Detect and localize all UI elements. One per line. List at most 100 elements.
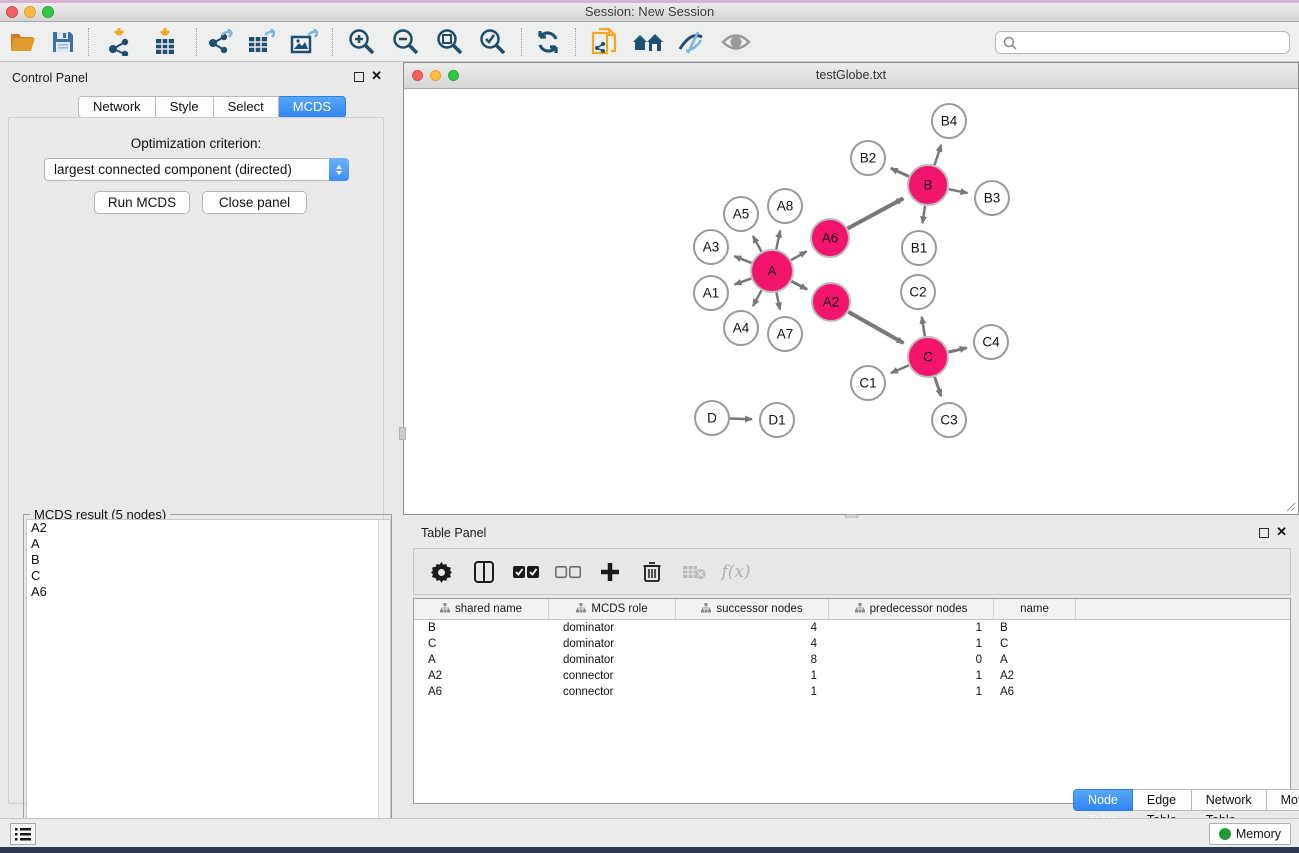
tab-network-table[interactable]: Network Table	[1192, 789, 1267, 811]
tab-node-table[interactable]: Node Table	[1073, 789, 1133, 811]
graph-node-B[interactable]: B	[908, 165, 948, 205]
vertical-splitter-handle[interactable]	[399, 427, 406, 440]
graph-node-A2[interactable]: A2	[812, 283, 850, 321]
cell-predecessor-nodes[interactable]: 1	[829, 668, 994, 684]
first-neighbors-button[interactable]	[631, 26, 665, 58]
network-window-titlebar[interactable]: testGlobe.txt	[404, 63, 1298, 89]
column-header-shared-name[interactable]: shared name	[414, 599, 549, 619]
delete-row-button[interactable]	[638, 558, 666, 586]
mcds-result-list[interactable]: A2ABCA6	[26, 519, 391, 853]
edge-C-C3[interactable]	[935, 377, 941, 396]
cell-MCDS-role[interactable]: dominator	[549, 652, 676, 668]
graph-node-A1[interactable]: A1	[694, 276, 728, 310]
graph-node-B4[interactable]: B4	[932, 104, 966, 138]
memory-button[interactable]: Memory	[1209, 823, 1291, 845]
export-table-button[interactable]	[244, 26, 278, 58]
zoom-selected-button[interactable]	[475, 26, 509, 58]
edge-A-A4[interactable]	[753, 290, 762, 306]
cell-successor-nodes[interactable]: 8	[676, 652, 829, 668]
refresh-button[interactable]	[531, 26, 565, 58]
network-canvas[interactable]: AA6A2BCA5A8A3A1A4A7B2B4B3B1C2C4C1C3DD1	[404, 89, 1298, 513]
table-row[interactable]: Cdominator41C	[414, 636, 1290, 652]
run-mcds-button[interactable]: Run MCDS	[94, 191, 190, 214]
cell-MCDS-role[interactable]: connector	[549, 668, 676, 684]
graph-node-A[interactable]: A	[751, 250, 793, 292]
deselect-all-button[interactable]	[554, 558, 582, 586]
close-network-button[interactable]	[412, 70, 423, 81]
graph-node-C[interactable]: C	[908, 337, 948, 377]
graph-node-B1[interactable]: B1	[902, 231, 936, 265]
cell-successor-nodes[interactable]: 4	[676, 620, 829, 636]
zoom-out-button[interactable]	[388, 26, 422, 58]
graph-node-B2[interactable]: B2	[851, 141, 885, 175]
graph-node-B3[interactable]: B3	[975, 181, 1009, 215]
graph-node-A5[interactable]: A5	[724, 197, 758, 231]
cell-predecessor-nodes[interactable]: 1	[829, 684, 994, 700]
tab-edge-table[interactable]: Edge Table	[1133, 789, 1192, 811]
table-row[interactable]: Adominator80A	[414, 652, 1290, 668]
result-item[interactable]: C	[27, 568, 390, 584]
edge-B-B4[interactable]	[935, 145, 942, 165]
network-view-window[interactable]: testGlobe.txt A A6 A2 B C A5 A8 A3 A1A4 A7 B2 B4 B3 B…	[403, 62, 1299, 515]
graph-node-A7[interactable]: A7	[768, 317, 802, 351]
node-table[interactable]: shared nameMCDS rolesuccessor nodesprede…	[413, 598, 1291, 804]
result-scrollbar[interactable]	[378, 520, 390, 853]
edge-A-A1[interactable]	[735, 278, 752, 284]
edge-C-C4[interactable]	[948, 348, 966, 352]
graph-node-A8[interactable]: A8	[768, 189, 802, 223]
delete-table-button[interactable]	[680, 558, 708, 586]
cell-MCDS-role[interactable]: dominator	[549, 620, 676, 636]
result-item[interactable]: B	[27, 552, 390, 568]
table-settings-button[interactable]	[428, 558, 456, 586]
result-item[interactable]: A	[27, 536, 390, 552]
cell-name[interactable]: B	[994, 620, 1076, 636]
result-item[interactable]: A2	[27, 520, 390, 536]
minimize-window-button[interactable]	[24, 6, 36, 18]
cell-name[interactable]: A2	[994, 668, 1076, 684]
cell-shared-name[interactable]: A6	[414, 684, 549, 700]
column-header-predecessor-nodes[interactable]: predecessor nodes	[829, 599, 994, 619]
import-network-button[interactable]	[102, 26, 136, 58]
add-row-button[interactable]	[596, 558, 624, 586]
edge-C-C2[interactable]	[922, 317, 925, 337]
close-table-panel-icon[interactable]: ✕	[1276, 525, 1287, 539]
tab-select[interactable]: Select	[214, 96, 279, 118]
float-panel-icon[interactable]	[354, 72, 364, 82]
cell-shared-name[interactable]: B	[414, 620, 549, 636]
zoom-fit-button[interactable]	[432, 26, 466, 58]
cell-name[interactable]: C	[994, 636, 1076, 652]
edge-B-B2[interactable]	[891, 168, 909, 176]
edge-B-B1[interactable]	[923, 206, 925, 223]
cell-successor-nodes[interactable]: 4	[676, 636, 829, 652]
column-header-MCDS-role[interactable]: MCDS role	[549, 599, 676, 619]
cell-shared-name[interactable]: A2	[414, 668, 549, 684]
cell-successor-nodes[interactable]: 1	[676, 668, 829, 684]
search-input[interactable]	[1021, 36, 1289, 50]
cell-MCDS-role[interactable]: connector	[549, 684, 676, 700]
graph-node-C1[interactable]: C1	[851, 366, 885, 400]
tab-mcds[interactable]: MCDS	[279, 96, 346, 118]
graph-node-D[interactable]: D	[695, 401, 729, 435]
graph-node-A3[interactable]: A3	[694, 230, 728, 264]
edge-C-C1[interactable]	[891, 365, 909, 373]
edge-A-A5[interactable]	[753, 236, 762, 252]
minimize-network-button[interactable]	[430, 70, 441, 81]
edge-A-A6[interactable]	[791, 251, 806, 260]
graph-node-C4[interactable]: C4	[974, 325, 1008, 359]
open-session-button[interactable]	[6, 26, 40, 58]
criterion-dropdown[interactable]: largest connected component (directed)	[44, 158, 349, 181]
export-network-button[interactable]	[202, 26, 236, 58]
zoom-network-button[interactable]	[448, 70, 459, 81]
graph-node-C2[interactable]: C2	[901, 275, 935, 309]
edge-B-B3[interactable]	[949, 189, 968, 193]
float-table-panel-icon[interactable]	[1259, 528, 1269, 538]
copy-network-button[interactable]	[588, 26, 622, 58]
graph-node-A4[interactable]: A4	[724, 311, 758, 345]
graph-node-A6[interactable]: A6	[811, 219, 849, 257]
cell-name[interactable]: A6	[994, 684, 1076, 700]
edge-D-D1[interactable]	[730, 419, 752, 420]
cell-predecessor-nodes[interactable]: 0	[829, 652, 994, 668]
search-field[interactable]	[995, 31, 1290, 54]
table-row[interactable]: A6connector11A6	[414, 684, 1290, 700]
save-session-button[interactable]	[46, 26, 80, 58]
